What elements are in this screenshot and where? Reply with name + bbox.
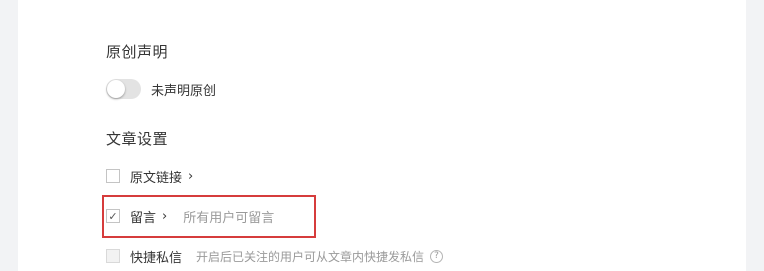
original-toggle-row: 未声明原创 (106, 78, 216, 100)
quick-message-option[interactable]: 快捷私信 开启后已关注的用户可从文章内快捷发私信 ? (106, 246, 444, 266)
toggle-knob (107, 80, 125, 98)
original-toggle-label: 未声明原创 (151, 83, 217, 99)
highlight-box (102, 195, 316, 238)
original-toggle-switch[interactable] (106, 79, 141, 99)
quick-message-checkbox[interactable] (106, 249, 120, 263)
article-settings-title: 文章设置 (106, 130, 169, 148)
original-section-title: 原创声明 (106, 43, 169, 61)
help-icon[interactable]: ? (430, 249, 444, 263)
source-link-checkbox[interactable] (106, 169, 120, 183)
quick-message-label: 快捷私信 (130, 250, 183, 266)
quick-message-hint: 开启后已关注的用户可从文章内快捷发私信 (196, 249, 425, 264)
source-link-option[interactable]: 原文链接 › (106, 166, 193, 186)
chevron-right-icon[interactable]: › (188, 169, 193, 184)
source-link-label: 原文链接 (130, 170, 183, 186)
settings-panel: 原创声明 未声明原创 文章设置 原文链接 › ✓ 留言 › 所有用户可留言 快捷… (18, 0, 746, 271)
